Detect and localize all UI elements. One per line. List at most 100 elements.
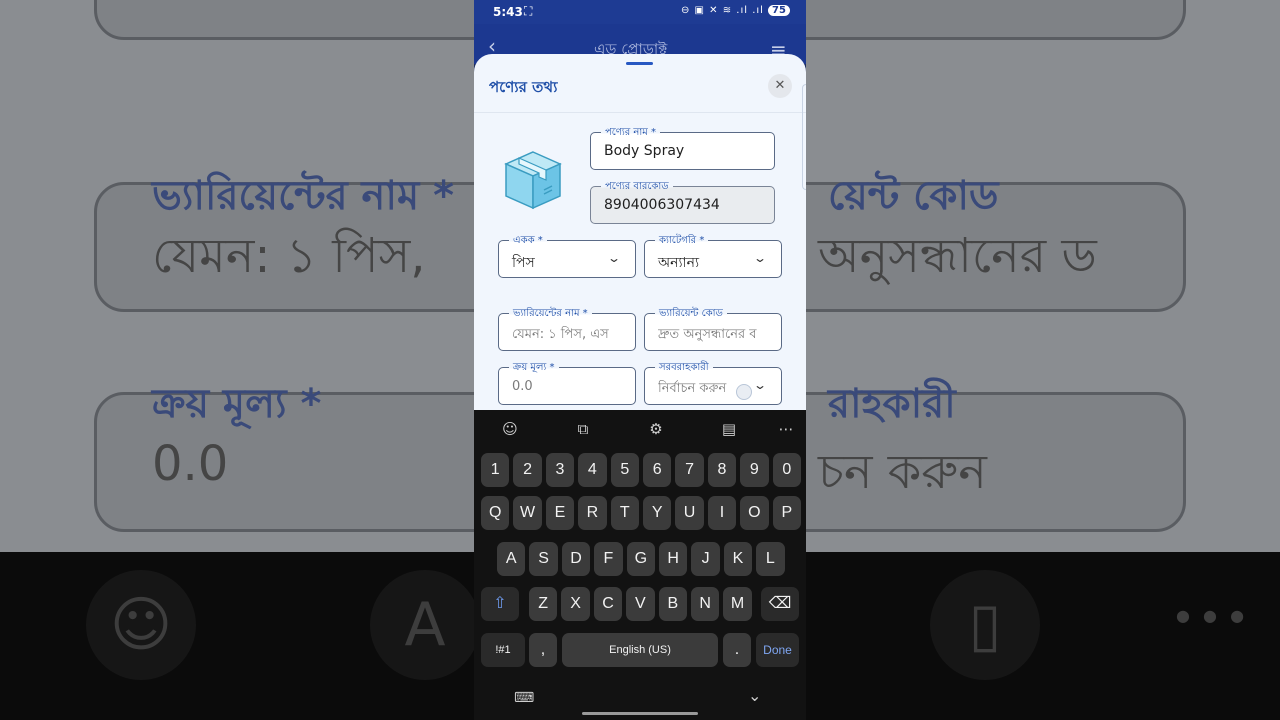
screenshot-icon: ⛶: [524, 4, 533, 18]
number-key[interactable]: 9: [740, 453, 769, 487]
letter-key[interactable]: W: [513, 496, 542, 530]
letter-key[interactable]: I: [707, 496, 737, 530]
number-key[interactable]: 0: [772, 453, 801, 487]
bg-variant-name-placeholder: যেমন: ১ পিস,: [152, 228, 426, 284]
box-icon: [504, 151, 562, 210]
number-key[interactable]: 3: [545, 453, 575, 487]
bg-variant-code-placeholder: অনুসন্ধানের ড: [818, 228, 1097, 284]
letter-key[interactable]: M: [723, 587, 752, 621]
number-key[interactable]: 2: [513, 453, 542, 487]
purchase-price-field[interactable]: ক্রয় মূল্য * 0.0: [498, 360, 636, 405]
variant-name-field[interactable]: ভ্যারিয়েন্টের নাম * যেমন: ১ পিস, এস: [498, 306, 636, 351]
category-value: অন্যান্য: [658, 255, 700, 271]
product-name-field[interactable]: পণ্যের নাম * Body Spray: [590, 125, 775, 170]
letter-key[interactable]: L: [756, 542, 785, 576]
emoji-icon[interactable]: ☺: [500, 419, 520, 439]
keyboard-switch-icon[interactable]: ⌨: [514, 690, 534, 706]
drag-handle[interactable]: [626, 62, 653, 65]
home-indicator: [582, 712, 698, 715]
bg-smiley-icon: ☺: [86, 570, 196, 680]
letter-key[interactable]: O: [740, 496, 769, 530]
hide-keyboard-icon[interactable]: ⌄: [748, 686, 761, 705]
bg-supplier-label: রাহকারী: [828, 381, 956, 427]
letter-key[interactable]: A: [497, 542, 526, 576]
letter-key[interactable]: R: [578, 496, 607, 530]
period-key[interactable]: .: [723, 633, 751, 667]
number-key[interactable]: 6: [643, 453, 672, 487]
symbols-key[interactable]: !#1: [481, 633, 525, 667]
variant-code-label: ভ্যারিয়েন্ট কোড: [655, 306, 727, 323]
number-key[interactable]: 7: [675, 453, 704, 487]
number-key[interactable]: 4: [578, 453, 607, 487]
divider: [474, 112, 806, 113]
letter-key[interactable]: H: [659, 542, 688, 576]
letter-key[interactable]: U: [675, 496, 704, 530]
screen: ভ্যারিয়েন্টের নাম * য়েন্ট কোড যেমন: ১ …: [0, 0, 1280, 720]
keyboard: ☺ ⧉ ⚙ ▤ ⋯ 1234567890 QWERTYUIOP ASDFGHJK…: [474, 410, 806, 720]
backspace-icon[interactable]: ⌫: [761, 587, 799, 621]
product-name-value: Body Spray: [604, 143, 685, 159]
settings-icon[interactable]: ⚙: [646, 419, 666, 439]
translate-icon[interactable]: ⧉: [573, 419, 593, 439]
keyboard-toolbar: ☺ ⧉ ⚙ ▤ ⋯: [474, 410, 806, 448]
phone-screen: 5:43 ⛶ ⊖ ▣ ✕ ≋ .ıl .ıl 75 ‹ এড্ প্রোডাক্…: [474, 0, 806, 720]
bg-supplier-value: চন করুন: [818, 444, 987, 500]
unit-label: একক *: [509, 233, 547, 250]
chevron-down-icon: ⌄: [606, 251, 622, 265]
letter-key[interactable]: X: [561, 587, 590, 621]
unit-dropdown[interactable]: একক * পিস ⌄: [498, 233, 636, 278]
battery-badge: 75: [768, 5, 790, 16]
letter-key[interactable]: D: [561, 542, 591, 576]
space-key[interactable]: English (US): [562, 633, 718, 667]
letter-key[interactable]: E: [545, 496, 575, 530]
done-key[interactable]: Done: [756, 633, 799, 667]
letter-key[interactable]: N: [691, 587, 720, 621]
status-time: 5:43: [493, 5, 523, 19]
chevron-down-icon: ⌄: [752, 251, 768, 265]
variant-code-field[interactable]: ভ্যারিয়েন্ট কোড দ্রুত অনুসন্ধানের ব: [644, 306, 782, 351]
letter-key[interactable]: Z: [529, 587, 558, 621]
close-button[interactable]: ✕: [768, 74, 792, 98]
status-bar: 5:43 ⛶ ⊖ ▣ ✕ ≋ .ıl .ıl 75: [474, 0, 806, 24]
letter-key[interactable]: Q: [481, 496, 510, 530]
letter-key[interactable]: B: [658, 587, 687, 621]
comma-key[interactable]: ,: [529, 633, 557, 667]
supplier-dropdown[interactable]: সরবরাহকারী নির্বাচন করুন ⌄: [644, 360, 782, 405]
product-info-sheet: পণ্যের তথ্য ✕ পণ্যের নাম * Body Spray পণ…: [474, 54, 806, 410]
clipboard-icon[interactable]: ▤: [719, 419, 739, 439]
letter-key[interactable]: V: [626, 587, 655, 621]
letter-key[interactable]: T: [610, 496, 639, 530]
bg-purchase-price-value: 0.0: [152, 436, 229, 492]
number-key[interactable]: 5: [610, 453, 639, 487]
letter-key[interactable]: J: [691, 542, 720, 576]
unit-value: পিস: [512, 255, 535, 271]
letter-key[interactable]: Y: [643, 496, 672, 530]
letter-key[interactable]: K: [723, 542, 753, 576]
supplier-placeholder: নির্বাচন করুন: [658, 381, 727, 396]
number-key[interactable]: 1: [481, 453, 510, 487]
more-icon[interactable]: ⋯: [776, 419, 796, 439]
chevron-down-icon: ⌄: [752, 378, 768, 392]
purchase-price-placeholder: 0.0: [512, 379, 533, 394]
category-dropdown[interactable]: ক্যাটেগরি * অন্যান্য ⌄: [644, 233, 782, 278]
variant-code-placeholder: দ্রুত অনুসন্ধানের ব: [658, 327, 757, 342]
scroll-indicator: [802, 84, 806, 190]
letter-key[interactable]: P: [772, 496, 801, 530]
touch-ripple: [736, 384, 752, 400]
bg-purchase-price-label: ক্রয় মূল্য *: [152, 381, 322, 427]
variant-name-label: ভ্যারিয়েন্টের নাম *: [509, 306, 592, 323]
barcode-label: পণ্যের বারকোড: [601, 179, 673, 196]
letter-key[interactable]: C: [593, 587, 623, 621]
letter-key[interactable]: F: [594, 542, 623, 576]
barcode-value: 8904006307434: [604, 197, 720, 213]
number-key[interactable]: 8: [707, 453, 737, 487]
letter-key[interactable]: S: [529, 542, 558, 576]
barcode-field[interactable]: পণ্যের বারকোড 8904006307434: [590, 179, 775, 224]
bg-more-icon: ● ● ●: [1176, 606, 1249, 625]
bg-translate-icon: A: [370, 570, 480, 680]
product-name-label: পণ্যের নাম *: [601, 125, 661, 142]
purchase-price-label: ক্রয় মূল্য *: [509, 360, 559, 377]
letter-key[interactable]: G: [626, 542, 655, 576]
sheet-title: পণ্যের তথ্য: [489, 78, 558, 96]
shift-key[interactable]: ⇧: [481, 587, 519, 621]
